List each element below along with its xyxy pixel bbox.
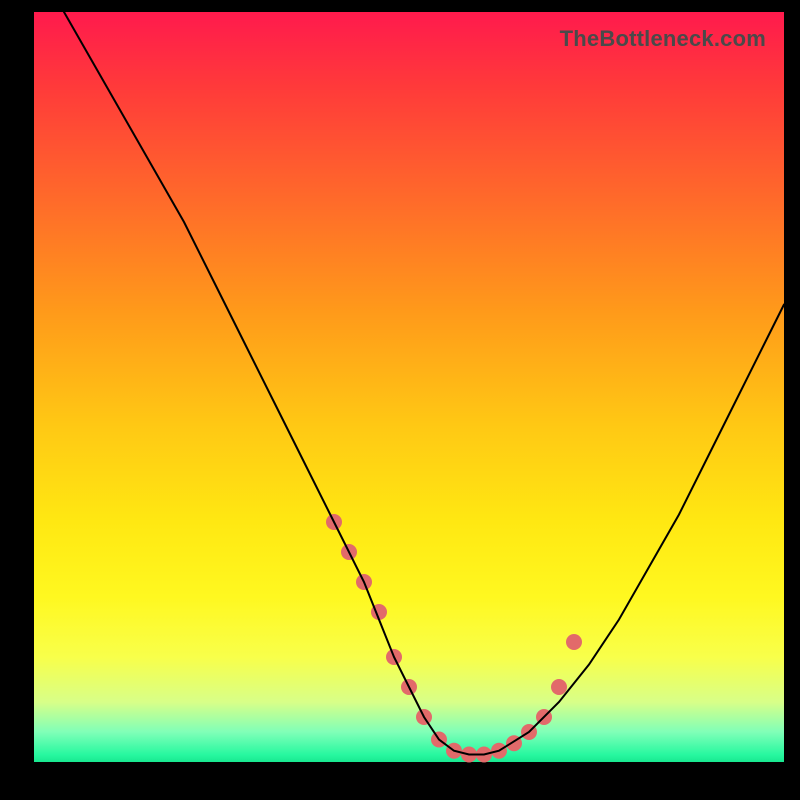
- chart-svg: [34, 12, 784, 762]
- curve-line: [64, 12, 784, 755]
- scatter-layer: [326, 514, 582, 763]
- scatter-point: [566, 634, 582, 650]
- chart-area: TheBottleneck.com: [34, 12, 784, 762]
- scatter-point: [551, 679, 567, 695]
